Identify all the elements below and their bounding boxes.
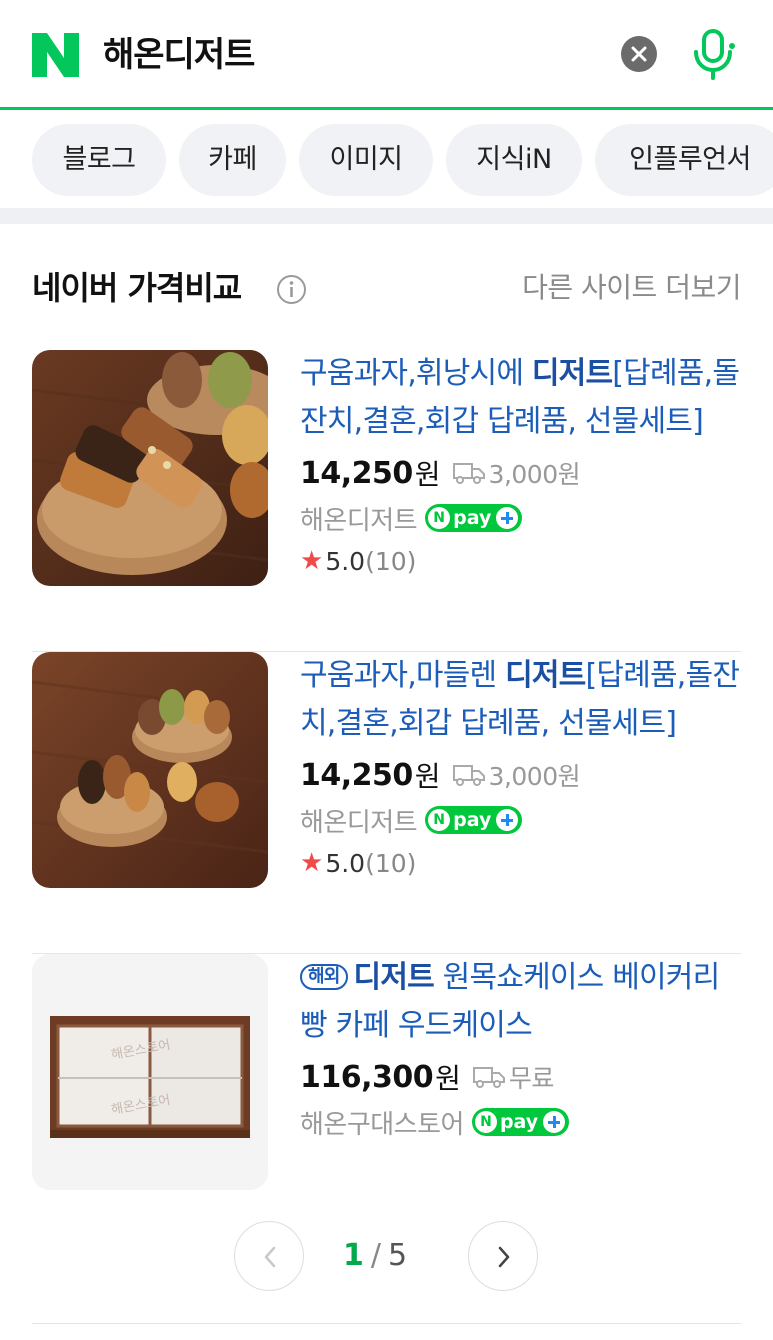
price-row: 14,250 원 3,000원 <box>300 450 741 496</box>
microphone-icon[interactable] <box>690 28 736 80</box>
page-indicator: 1/5 <box>343 1236 408 1276</box>
section-divider <box>0 208 773 224</box>
review-count: (10) <box>365 848 417 878</box>
tab-image[interactable]: 이미지 <box>299 124 433 196</box>
chevron-left-icon <box>264 1246 276 1268</box>
product-title[interactable]: 구움과자,휘낭시에 디저트[답례품,돌잔치,결혼,회갑 답례품, 선물세트] <box>300 350 741 446</box>
star-icon: ★ <box>300 546 324 576</box>
product-item[interactable]: 구움과자,휘낭시에 디저트[답례품,돌잔치,결혼,회갑 답례품, 선물세트] 1… <box>32 350 741 652</box>
total-pages: 5 <box>387 1238 409 1273</box>
currency-label: 원 <box>435 1062 461 1095</box>
chevron-right-icon <box>498 1246 510 1268</box>
npay-badge: Npay <box>425 806 523 834</box>
section-title: 네이버 가격비교 <box>32 269 242 307</box>
search-tabs: 블로그 카페 이미지 지식iN 인플루언서 <box>0 110 773 208</box>
seller-row: 해온디저트 Npay <box>300 496 741 540</box>
product-price: 116,300 <box>300 1059 434 1095</box>
more-sites-link[interactable]: 다른 사이트 더보기 <box>522 268 741 308</box>
seller-row: 해온디저트 Npay <box>300 798 741 842</box>
close-icon <box>631 46 647 62</box>
product-item[interactable]: 구움과자,마들렌 디저트[답례품,돌잔치,결혼,회갑 답례품, 선물세트] 14… <box>32 652 741 954</box>
npay-n-icon: N <box>428 809 451 831</box>
product-item[interactable]: 해온스토어 해온스토어 해외 디저트 원목쇼케이스 베이커리 빵 카페 우드케이스… <box>32 954 741 1256</box>
plus-icon <box>543 1111 566 1133</box>
current-page: 1 <box>343 1238 365 1273</box>
prev-page-button[interactable] <box>234 1221 304 1291</box>
shipping-fee: 무료 <box>472 1059 554 1095</box>
truck-icon <box>452 765 485 786</box>
rating-row: ★ 5.0 (10) <box>300 842 741 884</box>
currency-label: 원 <box>414 458 441 491</box>
seller-name[interactable]: 해온디저트 <box>300 500 418 537</box>
product-info: 구움과자,마들렌 디저트[답례품,돌잔치,결혼,회갑 답례품, 선물세트] 14… <box>300 652 741 884</box>
seller-name[interactable]: 해온구대스토어 <box>300 1104 464 1141</box>
product-title[interactable]: 구움과자,마들렌 디저트[답례품,돌잔치,결혼,회갑 답례품, 선물세트] <box>300 652 741 748</box>
seller-row: 해온구대스토어 Npay <box>300 1100 741 1144</box>
section-bottom-divider <box>32 1323 741 1324</box>
truck-icon <box>472 1067 505 1088</box>
truck-icon <box>452 463 485 484</box>
npay-n-icon: N <box>474 1111 497 1133</box>
product-image[interactable] <box>32 652 268 888</box>
npay-n-icon: N <box>428 507 451 529</box>
product-price: 14,250 <box>300 757 413 793</box>
product-info: 해외 디저트 원목쇼케이스 베이커리 빵 카페 우드케이스 116,300 원 무… <box>300 954 741 1144</box>
seller-name[interactable]: 해온디저트 <box>300 802 418 839</box>
overseas-badge: 해외 <box>300 964 348 990</box>
naver-logo[interactable] <box>32 33 79 77</box>
product-price: 14,250 <box>300 455 413 491</box>
tab-cafe[interactable]: 카페 <box>179 124 286 196</box>
shipping-fee: 3,000원 <box>452 455 581 491</box>
tab-influencer[interactable]: 인플루언서 <box>595 124 773 196</box>
product-info: 구움과자,휘낭시에 디저트[답례품,돌잔치,결혼,회갑 답례품, 선물세트] 1… <box>300 350 741 582</box>
rating-row: ★ 5.0 (10) <box>300 540 741 582</box>
npay-badge: Npay <box>425 504 523 532</box>
clear-search-button[interactable] <box>621 36 657 72</box>
tab-knowledge-in[interactable]: 지식iN <box>446 124 582 196</box>
npay-badge: Npay <box>471 1108 570 1136</box>
page-separator: / <box>370 1238 382 1273</box>
review-count: (10) <box>365 546 417 576</box>
info-icon[interactable] <box>276 274 307 305</box>
price-row: 14,250 원 3,000원 <box>300 752 741 798</box>
plus-icon <box>496 809 519 831</box>
currency-label: 원 <box>414 760 441 793</box>
search-bar: 해온디저트 <box>0 0 773 110</box>
shipping-fee: 3,000원 <box>452 757 581 793</box>
tab-blog[interactable]: 블로그 <box>32 124 166 196</box>
rating-value: 5.0 <box>325 848 366 878</box>
product-image[interactable]: 해온스토어 해온스토어 <box>32 954 268 1190</box>
next-page-button[interactable] <box>468 1221 538 1291</box>
search-input[interactable]: 해온디저트 <box>103 32 255 78</box>
price-row: 116,300 원 무료 <box>300 1054 741 1100</box>
plus-icon <box>496 507 519 529</box>
product-image[interactable] <box>32 350 268 586</box>
rating-value: 5.0 <box>325 546 366 576</box>
product-title[interactable]: 해외 디저트 원목쇼케이스 베이커리 빵 카페 우드케이스 <box>300 954 741 1050</box>
star-icon: ★ <box>300 848 324 878</box>
